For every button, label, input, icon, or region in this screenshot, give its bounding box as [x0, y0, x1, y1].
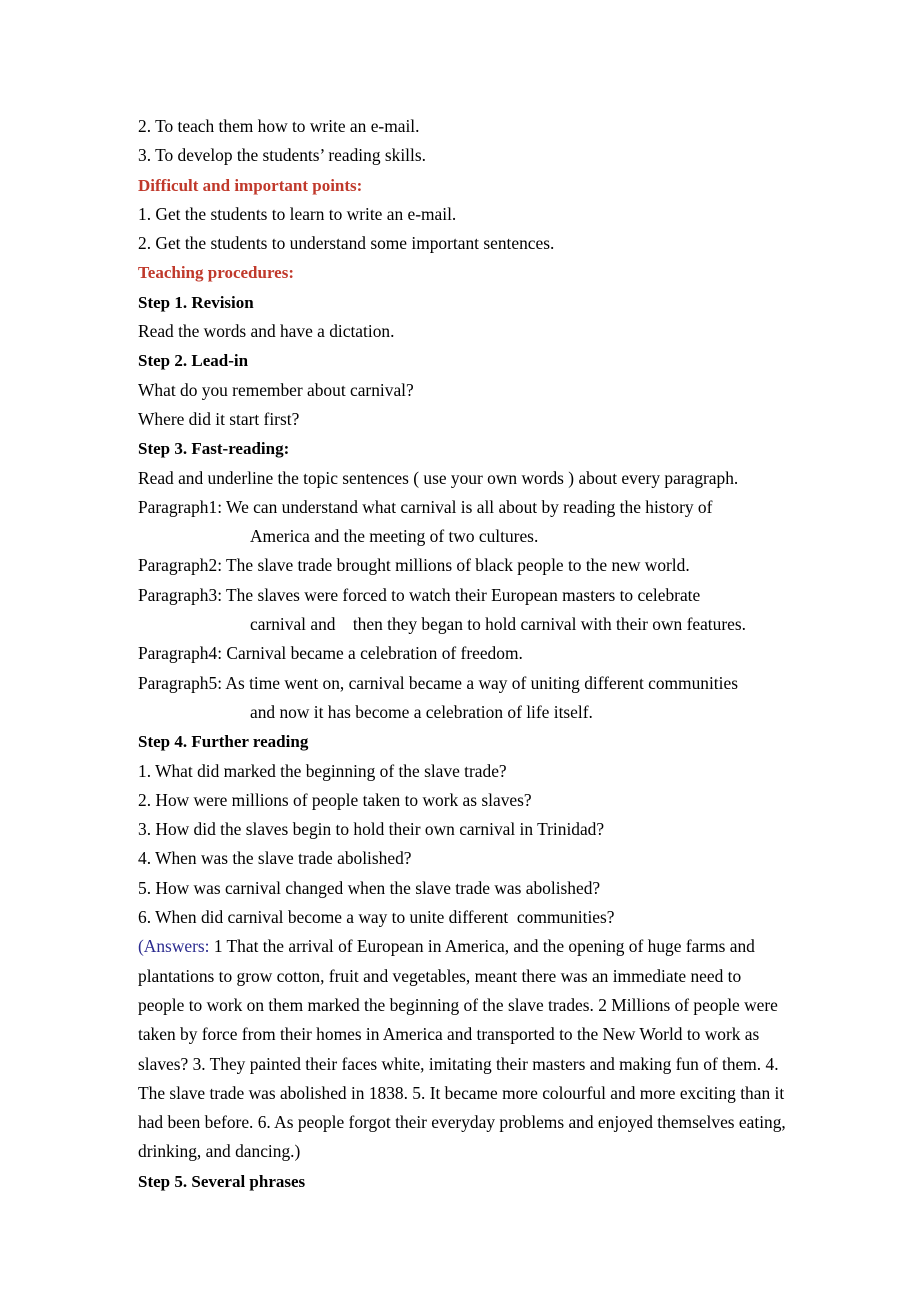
- document-body: 2. To teach them how to write an e-mail.…: [138, 112, 798, 1196]
- paragraph-2: Paragraph2: The slave trade brought mill…: [138, 555, 690, 576]
- step-4-heading: Step 4. Further reading: [138, 732, 309, 752]
- answers-paragraph: (Answers: 1 That the arrival of European…: [138, 932, 790, 1166]
- objective-3: 3. To develop the students’ reading skil…: [138, 145, 426, 166]
- step-1-heading: Step 1. Revision: [138, 292, 254, 312]
- step-3-instruction: Read and underline the topic sentences (…: [138, 467, 739, 488]
- step-4-q3: 3. How did the slaves begin to hold thei…: [138, 819, 605, 840]
- difficult-points-heading: Difficult and important points:: [138, 175, 363, 195]
- paragraph-1: Paragraph1: We can understand what carni…: [138, 496, 713, 517]
- step-2-q2: Where did it start first?: [138, 408, 300, 429]
- answers-label: (Answers:: [138, 936, 210, 957]
- step-4-q4: 4. When was the slave trade abolished?: [138, 848, 412, 869]
- objective-2: 2. To teach them how to write an e-mail.: [138, 116, 420, 136]
- step-4-q2: 2. How were millions of people taken to …: [138, 789, 532, 810]
- step-4-q1: 1. What did marked the beginning of the …: [138, 760, 507, 781]
- step-3-heading: Step 3. Fast-reading:: [138, 439, 290, 459]
- teaching-procedures-heading: Teaching procedures:: [138, 263, 295, 283]
- step-4-q6: 6. When did carnival become a way to uni…: [138, 907, 615, 928]
- step-2-q1: What do you remember about carnival?: [138, 379, 414, 400]
- step-5-heading: Step 5. Several phrases: [138, 1171, 306, 1191]
- paragraph-5-cont: and now it has become a celebration of l…: [250, 701, 593, 722]
- step-1-body: Read the words and have a dictation.: [138, 321, 395, 342]
- step-4-q5: 5. How was carnival changed when the sla…: [138, 877, 601, 898]
- paragraph-3-cont: carnival and then they began to hold car…: [250, 614, 746, 635]
- paragraph-3: Paragraph3: The slaves were forced to wa…: [138, 584, 701, 605]
- difficult-point-2: 2. Get the students to understand some i…: [138, 233, 555, 254]
- answers-text: 1 That the arrival of European in Americ…: [138, 936, 791, 1162]
- document-lines: 2. To teach them how to write an e-mail.…: [138, 112, 798, 932]
- document-page: 2. To teach them how to write an e-mail.…: [0, 0, 920, 1302]
- paragraph-5: Paragraph5: As time went on, carnival be…: [138, 672, 738, 693]
- paragraph-1-cont: America and the meeting of two cultures.: [250, 526, 539, 547]
- paragraph-4: Paragraph4: Carnival became a celebratio…: [138, 643, 523, 664]
- difficult-point-1: 1. Get the students to learn to write an…: [138, 203, 457, 224]
- step-2-heading: Step 2. Lead-in: [138, 351, 249, 371]
